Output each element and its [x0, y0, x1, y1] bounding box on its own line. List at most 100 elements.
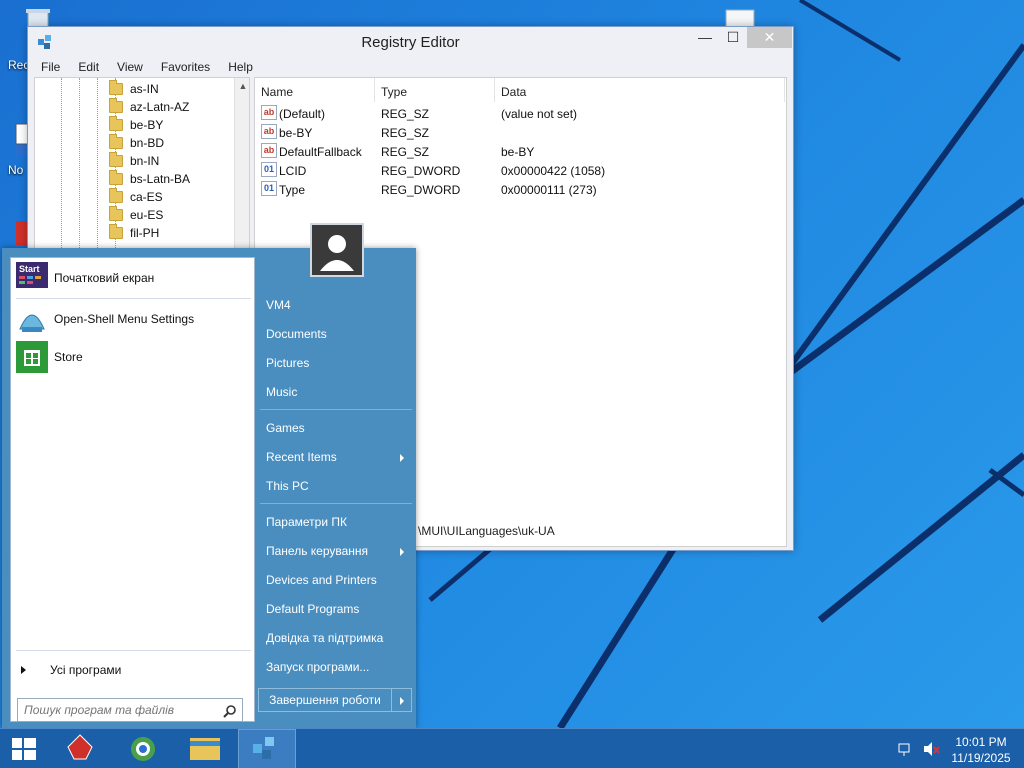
open-shell-settings-item[interactable]: Open-Shell Menu Settings [16, 303, 251, 335]
volume-muted-icon[interactable] [919, 729, 943, 768]
tree-item[interactable]: bs-Latn-BA [109, 170, 190, 188]
binary-value-icon: 01 [261, 162, 277, 177]
start-screen-item[interactable]: Start Початковий екран [16, 262, 251, 294]
status-bar-path: \MUI\UILanguages\uk-UA [418, 524, 555, 538]
start-screen-label: Початковий екран [54, 271, 155, 285]
clock-time: 10:01 PM [955, 735, 1007, 749]
start-screen-icon: Start [16, 262, 48, 294]
start-screen-icon-text: Start [19, 264, 40, 274]
store-label: Store [54, 350, 83, 364]
tree-item[interactable]: as-IN [109, 80, 159, 98]
shutdown-button[interactable]: Завершення роботи [258, 688, 392, 712]
all-programs-item[interactable]: Усі програми [21, 663, 121, 677]
search-input[interactable] [24, 703, 214, 717]
tree-item[interactable]: bn-IN [109, 152, 159, 170]
chevron-right-icon [400, 697, 404, 705]
shutdown-options-button[interactable] [392, 688, 412, 712]
folder-icon [109, 98, 123, 113]
recent-items-link[interactable]: Recent Items [266, 450, 337, 464]
table-row[interactable]: ab (Default) REG_SZ (value not set) [255, 104, 785, 123]
tree-item[interactable]: eu-ES [109, 206, 163, 224]
start-menu-programs-pane: Start Початковий екран Open-Shell Menu S… [10, 257, 255, 722]
tree-item[interactable]: bn-BD [109, 134, 164, 152]
all-programs-label: Усі програми [50, 663, 122, 677]
start-button[interactable] [0, 729, 58, 768]
games-link[interactable]: Games [266, 421, 305, 435]
shell-icon [16, 303, 48, 335]
devices-printers-link[interactable]: Devices and Printers [266, 573, 377, 587]
arrow-right-icon [21, 666, 26, 674]
folder-icon [109, 152, 123, 167]
folder-icon [109, 80, 123, 95]
minimize-button[interactable]: — [691, 27, 719, 48]
network-icon[interactable] [893, 729, 919, 768]
search-box[interactable] [17, 698, 243, 722]
tree-item[interactable]: fil-PH [109, 224, 159, 242]
notepad-label: No [8, 163, 24, 177]
system-clock[interactable]: 10:01 PM 11/19/2025 [945, 734, 1017, 766]
column-header-type[interactable]: Type [375, 78, 495, 102]
folder-icon [109, 116, 123, 131]
menu-bar: File Edit View Favorites Help [32, 57, 262, 77]
table-row[interactable]: 01 LCID REG_DWORD 0x00000422 (1058) [255, 161, 785, 180]
string-value-icon: ab [261, 143, 277, 158]
menu-help[interactable]: Help [219, 57, 262, 77]
folder-icon [190, 738, 220, 760]
this-pc-link[interactable]: This PC [266, 479, 309, 493]
string-value-icon: ab [261, 105, 277, 120]
tree-item[interactable]: ca-ES [109, 188, 163, 206]
menu-separator [260, 409, 412, 410]
folder-icon [109, 188, 123, 203]
search-icon[interactable] [223, 704, 237, 718]
pictures-link[interactable]: Pictures [266, 356, 309, 370]
menu-separator [16, 298, 251, 299]
open-shell-settings-label: Open-Shell Menu Settings [54, 312, 195, 326]
folder-icon [109, 206, 123, 221]
taskbar: 10:01 PM 11/19/2025 [0, 728, 1024, 768]
taskbar-app-toolbox[interactable] [56, 729, 114, 768]
folder-icon [109, 170, 123, 185]
string-value-icon: ab [261, 124, 277, 139]
taskbar-app-browser[interactable] [116, 729, 174, 768]
store-item[interactable]: Store [16, 341, 251, 373]
folder-icon [109, 134, 123, 149]
regedit-icon [253, 737, 274, 759]
taskbar-app-explorer[interactable] [176, 729, 234, 768]
folder-icon [109, 224, 123, 239]
tree-item[interactable]: az-Latn-AZ [109, 98, 189, 116]
table-row[interactable]: 01 Type REG_DWORD 0x00000111 (273) [255, 180, 785, 199]
windows-logo-icon [12, 738, 36, 760]
run-link[interactable]: Запуск програми... [266, 660, 369, 674]
binary-value-icon: 01 [261, 181, 277, 196]
menu-view[interactable]: View [108, 57, 152, 77]
red-toolbox-icon [67, 734, 93, 760]
tree-item[interactable]: be-BY [109, 116, 163, 134]
scroll-up-arrow-icon[interactable]: ▲ [235, 78, 249, 94]
clock-date: 11/19/2025 [951, 751, 1011, 765]
pc-settings-link[interactable]: Параметри ПК [266, 515, 347, 529]
user-folder-link[interactable]: VM4 [266, 298, 291, 312]
close-button[interactable]: ✕ [747, 27, 792, 48]
browser-icon [131, 737, 155, 761]
taskbar-app-regedit[interactable] [238, 729, 296, 768]
default-programs-link[interactable]: Default Programs [266, 602, 359, 616]
column-header-name[interactable]: Name [255, 78, 375, 102]
menu-separator [16, 650, 251, 651]
start-menu[interactable]: Start Початковий екран Open-Shell Menu S… [2, 223, 416, 728]
table-row[interactable]: ab DefaultFallback REG_SZ be-BY [255, 142, 785, 161]
menu-separator [260, 503, 412, 504]
title-bar[interactable]: Registry Editor — ☐ ✕ [28, 27, 793, 57]
documents-link[interactable]: Documents [266, 327, 327, 341]
store-icon [16, 341, 48, 373]
table-row[interactable]: ab be-BY REG_SZ [255, 123, 785, 142]
menu-favorites[interactable]: Favorites [152, 57, 219, 77]
control-panel-link[interactable]: Панель керування [266, 544, 368, 558]
help-support-link[interactable]: Довідка та підтримка [266, 631, 383, 645]
user-avatar[interactable] [310, 223, 364, 277]
menu-file[interactable]: File [32, 57, 69, 77]
menu-edit[interactable]: Edit [69, 57, 108, 77]
music-link[interactable]: Music [266, 385, 297, 399]
submenu-arrow-icon [400, 548, 404, 556]
column-header-data[interactable]: Data [495, 78, 785, 102]
maximize-button[interactable]: ☐ [719, 27, 747, 48]
